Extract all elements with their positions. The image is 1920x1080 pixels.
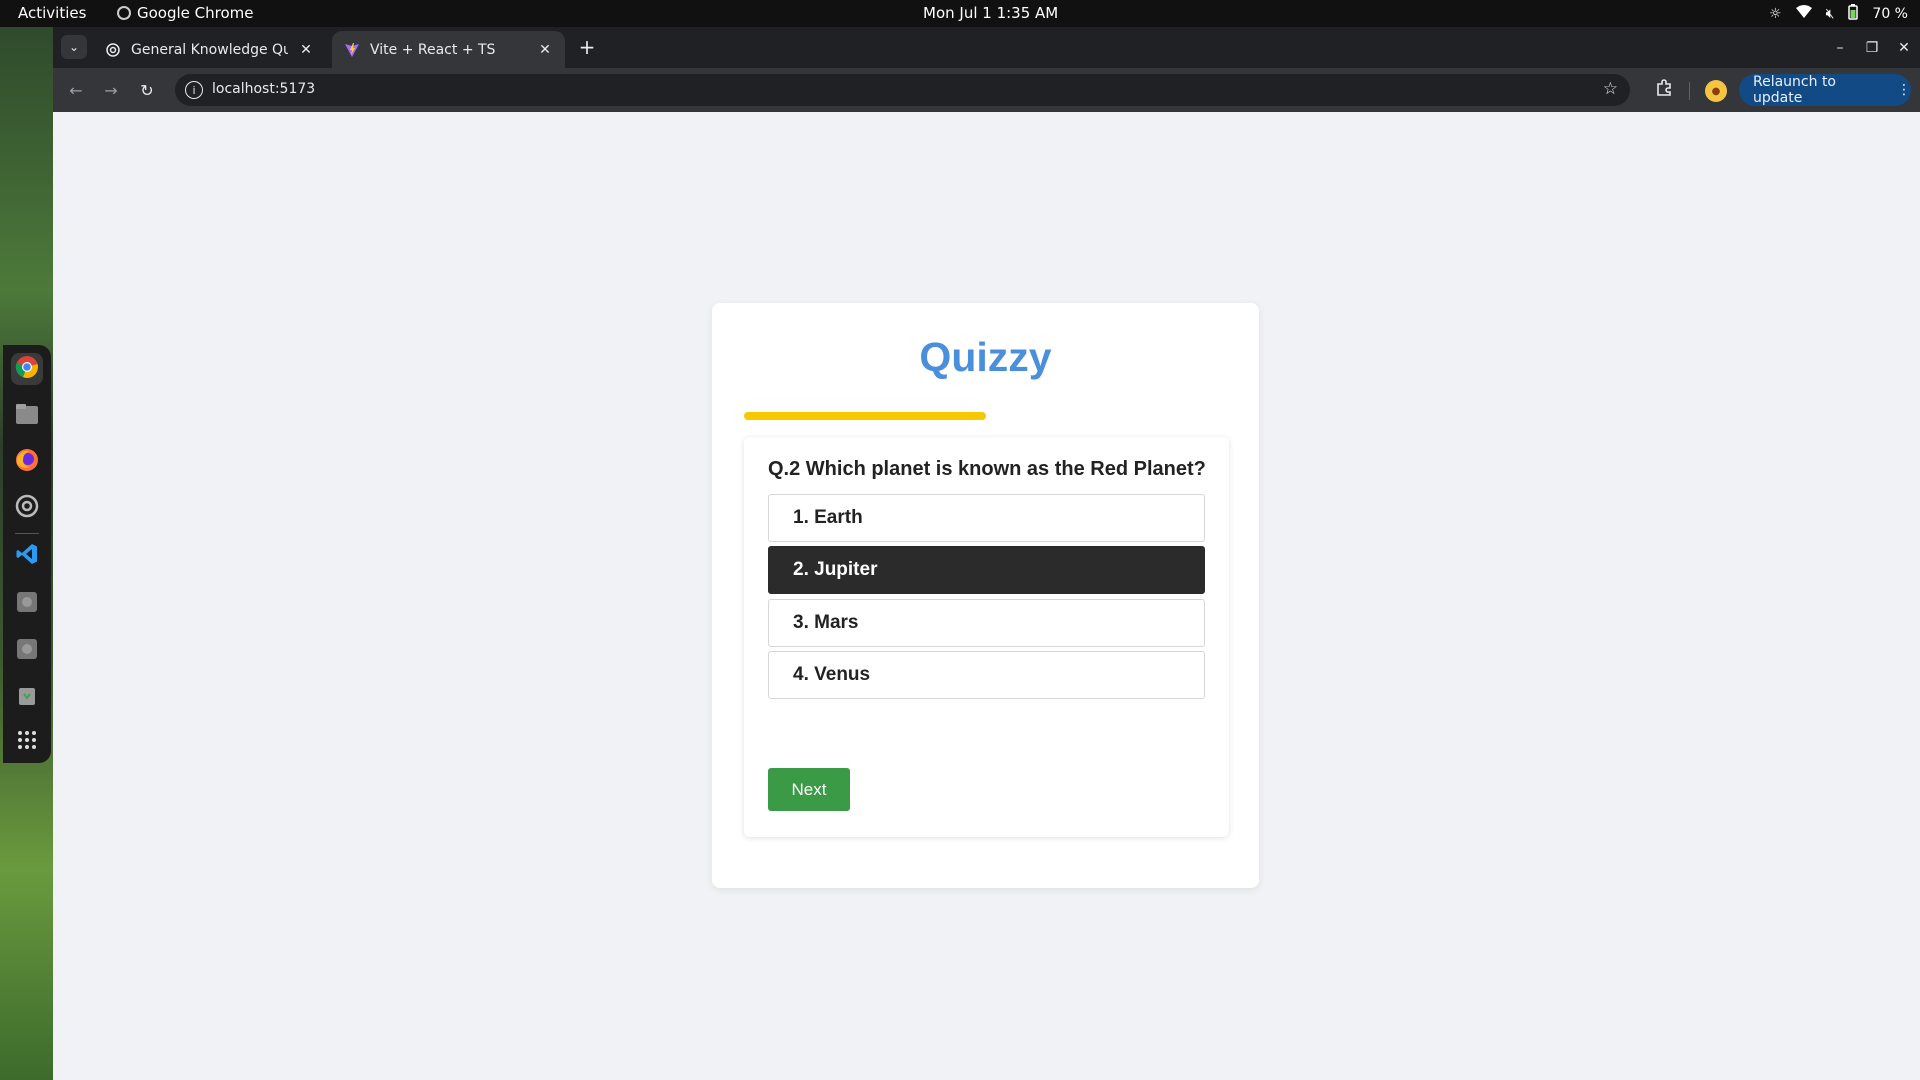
avatar-icon: ●: [1711, 85, 1721, 97]
browser-toolbar: ← → ↻ i localhost:5173 ☆ ● Relaunch to u…: [53, 68, 1920, 112]
site-info-icon[interactable]: i: [185, 81, 203, 99]
dock-disk-1[interactable]: [11, 588, 43, 620]
system-tray[interactable]: ☼ 🔇︎ 70 %: [1769, 4, 1908, 24]
dock-firefox[interactable]: [11, 446, 43, 478]
dock-disk-2[interactable]: [11, 635, 43, 667]
next-button[interactable]: Next: [768, 768, 850, 811]
close-window-button[interactable]: ✕: [1888, 27, 1920, 68]
kebab-menu-icon[interactable]: ⋮: [1897, 82, 1911, 98]
app-menu-label: Google Chrome: [137, 4, 254, 22]
quiz-card: Quizzy Q.2 Which planet is known as the …: [712, 303, 1259, 888]
reload-icon: ↻: [140, 80, 154, 100]
relaunch-to-update-button[interactable]: Relaunch to update ⋮: [1739, 74, 1911, 106]
firefox-icon: [15, 448, 39, 476]
files-icon: [15, 403, 39, 429]
system-top-bar: Activities Google Chrome Mon Jul 1 1:35 …: [0, 0, 1920, 27]
arrow-right-icon: →: [104, 80, 118, 100]
chrome-icon: [15, 355, 39, 383]
question-text: Q.2 Which planet is known as the Red Pla…: [768, 458, 1206, 480]
relaunch-label: Relaunch to update: [1753, 74, 1837, 106]
dock-separator: [15, 533, 39, 534]
extensions-button[interactable]: [1652, 78, 1676, 102]
volume-muted-icon: 🔇︎: [1825, 6, 1835, 22]
settings-icon: [15, 494, 39, 522]
clock[interactable]: Mon Jul 1 1:35 AM: [923, 4, 1058, 22]
activities-button[interactable]: Activities: [18, 4, 86, 22]
close-icon: ✕: [1898, 39, 1910, 56]
tab-search-button[interactable]: ⌄: [61, 35, 87, 59]
answer-option-1[interactable]: 1. Earth: [768, 494, 1205, 542]
answer-option-label: 3. Mars: [793, 612, 859, 633]
bookmark-star-icon[interactable]: ☆: [1603, 79, 1618, 99]
dock-files[interactable]: [11, 400, 43, 432]
close-tab-icon[interactable]: ✕: [298, 42, 314, 58]
back-button[interactable]: ←: [64, 78, 88, 102]
toolbar-separator: [1689, 82, 1690, 100]
puzzle-icon: [1655, 79, 1673, 101]
app-brand-title: Quizzy: [919, 334, 1052, 380]
disk-icon: [16, 591, 38, 617]
new-tab-button[interactable]: +: [575, 35, 599, 59]
app-menu[interactable]: Google Chrome: [117, 4, 254, 22]
address-bar[interactable]: i localhost:5173 ☆: [175, 74, 1630, 106]
battery-percent: 70 %: [1872, 6, 1908, 22]
chevron-down-icon: ⌄: [68, 40, 80, 54]
answer-option-label: 4. Venus: [793, 664, 871, 685]
tab-title: General Knowledge Quiz: [131, 41, 288, 58]
answer-option-label: 1. Earth: [793, 507, 863, 528]
answer-option-3[interactable]: 3. Mars: [768, 599, 1205, 647]
forward-button[interactable]: →: [99, 78, 123, 102]
window-controls: – ❐ ✕: [1824, 27, 1920, 68]
profile-avatar[interactable]: ●: [1705, 80, 1727, 102]
dock-trash[interactable]: [11, 681, 43, 713]
openai-favicon-icon: [105, 42, 121, 58]
trash-icon: [17, 684, 37, 710]
brightness-icon: ☼: [1769, 6, 1782, 22]
dock-vscode[interactable]: [11, 540, 43, 572]
close-tab-icon[interactable]: ✕: [537, 42, 553, 58]
tab-vite-react-ts[interactable]: Vite + React + TS ✕: [332, 31, 565, 68]
dock: [3, 345, 51, 763]
minimize-button[interactable]: –: [1824, 27, 1856, 68]
tab-strip: ⌄ General Knowledge Quiz ✕ Vite + React …: [53, 27, 1920, 68]
url-text[interactable]: localhost:5173: [212, 81, 315, 97]
quiz-progress-fill: [744, 412, 986, 420]
dock-settings[interactable]: [11, 492, 43, 524]
dock-chrome[interactable]: [11, 353, 43, 385]
tab-title: Vite + React + TS: [370, 41, 496, 58]
question-panel: Q.2 Which planet is known as the Red Pla…: [744, 437, 1229, 837]
vite-favicon-icon: [344, 42, 360, 58]
disk-icon: [16, 638, 38, 664]
answer-option-2[interactable]: 2. Jupiter: [768, 546, 1205, 594]
answer-option-label: 2. Jupiter: [793, 559, 878, 580]
quiz-progress-bar: [744, 412, 1227, 420]
wifi-icon: [1795, 5, 1812, 23]
vscode-icon: [15, 542, 39, 570]
restore-icon: ❐: [1865, 39, 1879, 56]
browser-window: ⌄ General Knowledge Quiz ✕ Vite + React …: [53, 27, 1920, 1080]
answer-option-4[interactable]: 4. Venus: [768, 651, 1205, 699]
restore-button[interactable]: ❐: [1856, 27, 1888, 68]
reload-button[interactable]: ↻: [135, 78, 159, 102]
page-viewport: Quizzy Q.2 Which planet is known as the …: [53, 112, 1920, 1080]
plus-icon: +: [578, 35, 596, 59]
app-grid-icon: [17, 730, 37, 754]
chrome-app-icon: [117, 6, 131, 20]
tab-general-knowledge-quiz[interactable]: General Knowledge Quiz ✕: [93, 31, 326, 68]
arrow-left-icon: ←: [69, 80, 83, 100]
minimize-icon: –: [1836, 39, 1844, 56]
dock-app-grid[interactable]: [11, 726, 43, 758]
battery-icon: [1848, 4, 1859, 24]
